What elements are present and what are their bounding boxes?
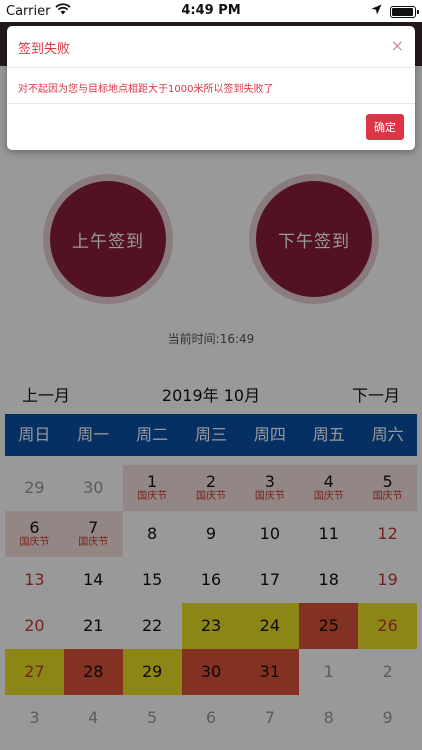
status-time: 4:49 PM <box>181 3 241 18</box>
status-bar: Carrier 4:49 PM <box>0 0 422 22</box>
battery-level <box>392 7 413 16</box>
dialog-footer: 确定 <box>7 104 415 150</box>
location-arrow-icon <box>371 4 382 19</box>
dialog-title: 签到失败 <box>18 42 71 57</box>
confirm-button[interactable]: 确定 <box>366 114 404 140</box>
dialog-message: 对不起因为您与目标地点相距大于1000米所以签到失败了 <box>7 68 415 104</box>
battery-icon <box>390 5 419 18</box>
sign-in-failed-dialog: 签到失败 × 对不起因为您与目标地点相距大于1000米所以签到失败了 确定 <box>7 26 415 150</box>
dialog-header: 签到失败 × <box>7 26 415 68</box>
close-icon[interactable]: × <box>391 36 404 55</box>
